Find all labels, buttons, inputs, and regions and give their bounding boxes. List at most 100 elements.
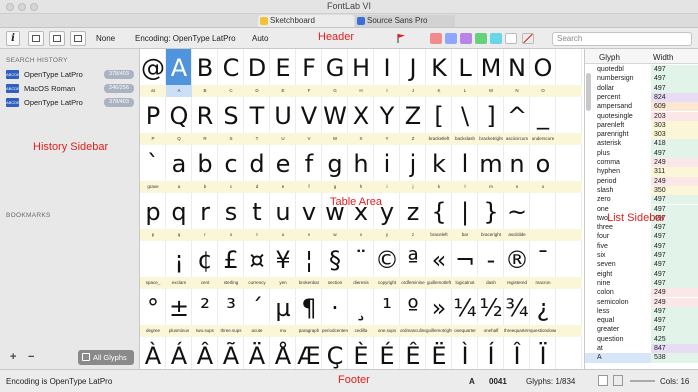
list-scrollbar[interactable]	[586, 73, 591, 111]
glyph-cell[interactable]: XX	[348, 97, 374, 145]
glyph-cell[interactable]: ll	[452, 145, 478, 193]
list-row[interactable]: parenleft 303	[585, 120, 698, 131]
glyph-cell[interactable]: YY	[374, 97, 400, 145]
glyph-cell[interactable]: µ mu	[270, 289, 296, 337]
glyph-cell[interactable]: ¬ logicalnot	[452, 241, 478, 289]
glyph-cell[interactable]: _ underscore	[530, 97, 556, 145]
glyph-cell[interactable]: ss	[218, 193, 244, 241]
glyph-cell[interactable]: | bar	[452, 193, 478, 241]
glyph-cell[interactable]: ¢ cent	[192, 241, 218, 289]
glyph-cell[interactable]: EE	[270, 49, 296, 97]
glyph-cell[interactable]: ½ onehalf	[478, 289, 504, 337]
glyph-cell[interactable]: jj	[400, 145, 426, 193]
width-column-header[interactable]: Width	[653, 53, 673, 62]
list-row[interactable]: four 497	[585, 232, 698, 242]
glyph-cell[interactable]: ZZ	[400, 97, 426, 145]
glyph-cell[interactable]: space_	[140, 241, 166, 289]
glyph-cell[interactable]: ff	[296, 145, 322, 193]
glyph-cell[interactable]: ¦ brokenbar	[296, 241, 322, 289]
glyph-cell[interactable]: @ at	[140, 49, 166, 97]
glyph-cell[interactable]: ¯ macron	[530, 241, 556, 289]
glyph-cell[interactable]: QQ	[166, 97, 192, 145]
list-row[interactable]: numbersign 497	[585, 74, 698, 84]
glyph-cell[interactable]: Ë	[426, 337, 452, 369]
remove-button[interactable]: −	[28, 351, 34, 363]
small-cells-button[interactable]	[598, 375, 608, 386]
glyph-cell[interactable]	[556, 145, 582, 193]
glyph-cell[interactable]	[556, 241, 582, 289]
glyph-cell[interactable]: Í	[478, 337, 504, 369]
glyph-cell[interactable]: GG	[322, 49, 348, 97]
glyph-cell[interactable]: ¨ dieresis	[348, 241, 374, 289]
flag-icon[interactable]	[396, 33, 406, 43]
color-swatch[interactable]	[460, 33, 472, 44]
glyph-cell[interactable]: Å	[270, 337, 296, 369]
glyph-cell[interactable]: ¡ exclam	[166, 241, 192, 289]
history-item[interactable]: ABCDE OpenType LatPro 378/403	[4, 96, 136, 109]
list-row[interactable]: plus 497	[585, 148, 698, 158]
glyph-cell[interactable]: ¹ one.sups	[374, 289, 400, 337]
info-button[interactable]: i	[6, 31, 20, 46]
glyph-cell[interactable]: KK	[426, 49, 452, 97]
list-row[interactable]: five 497	[585, 241, 698, 251]
large-cells-button[interactable]	[613, 375, 623, 386]
glyph-cell[interactable]: AA	[166, 49, 192, 97]
glyph-cell[interactable]: ¤ currency	[244, 241, 270, 289]
glyph-cell[interactable]: } braceright	[478, 193, 504, 241]
list-row[interactable]: percent 824	[585, 92, 698, 103]
list-row[interactable]: quotedbl 497	[585, 65, 698, 75]
list-row[interactable]: semicolon 249	[585, 297, 698, 307]
list-row[interactable]: quotesingle 203	[585, 111, 698, 121]
cell-size-slider[interactable]	[630, 380, 655, 382]
glyph-cell[interactable]: OO	[530, 49, 556, 97]
auto-layout-button[interactable]: Auto	[252, 34, 268, 43]
glyph-cell[interactable]: « guillemotleft	[426, 241, 452, 289]
list-row[interactable]: three 497	[585, 223, 698, 233]
glyph-cell[interactable]: oo	[530, 145, 556, 193]
glyph-cell[interactable]: § section	[322, 241, 348, 289]
list-row[interactable]: less 497	[585, 306, 698, 317]
glyph-cell[interactable]: HH	[348, 49, 374, 97]
glyph-cell[interactable]: SS	[218, 97, 244, 145]
glyph-cell[interactable]: Æ	[296, 337, 322, 369]
glyph-cell[interactable]: ³ three.sups	[218, 289, 244, 337]
color-swatch[interactable]	[430, 33, 442, 44]
glyph-cell[interactable]: mm	[478, 145, 504, 193]
list-row[interactable]: six 497	[585, 251, 698, 261]
glyph-cell[interactable]: ii	[374, 145, 400, 193]
sidebar-toggle-button[interactable]	[28, 31, 44, 46]
glyph-cell[interactable]: NN	[504, 49, 530, 97]
glyph-cell[interactable]: PP	[140, 97, 166, 145]
glyph-cell[interactable]: · periodcentered	[322, 289, 348, 337]
color-swatch[interactable]	[445, 33, 457, 44]
list-row[interactable]: nine 497	[585, 278, 698, 289]
glyph-cell[interactable]: WW	[322, 97, 348, 145]
list-row[interactable]: at 847	[585, 344, 698, 354]
glyph-cell[interactable]	[556, 193, 582, 241]
glyph-cell[interactable]: Î	[504, 337, 530, 369]
glyph-cell[interactable]	[530, 193, 556, 241]
glyph-cell[interactable]: zz	[400, 193, 426, 241]
glyph-cell[interactable]: ¶ paragraph	[296, 289, 322, 337]
glyph-cell[interactable]: ~ asciitilde	[504, 193, 530, 241]
glyph-cell[interactable]: dd	[244, 145, 270, 193]
list-row[interactable]: parenright 303	[585, 130, 698, 140]
glyph-cell[interactable]: tt	[244, 193, 270, 241]
glyph-cell[interactable]: qq	[166, 193, 192, 241]
glyph-cell[interactable]: vv	[296, 193, 322, 241]
glyph-cell[interactable]: ` grave	[140, 145, 166, 193]
list-row[interactable]: ampersand 609	[585, 102, 698, 112]
search-input[interactable]: Search	[552, 32, 692, 46]
all-glyphs-button[interactable]: All Glyphs	[78, 350, 134, 365]
glyph-cell[interactable]: ¥ yen	[270, 241, 296, 289]
glyph-cell[interactable]: BB	[192, 49, 218, 97]
history-item[interactable]: ABCDE OpenType LatPro 378/403	[4, 68, 136, 81]
list-row[interactable]: A 538	[585, 353, 698, 363]
list-row[interactable]: question 425	[585, 334, 698, 344]
color-swatch[interactable]	[490, 33, 502, 44]
glyph-cell[interactable]: ¾ threequarters	[504, 289, 530, 337]
glyph-cell[interactable]	[556, 49, 582, 97]
glyph-cell[interactable]: Ã	[218, 337, 244, 369]
glyph-cell[interactable]: ] bracketright	[478, 97, 504, 145]
glyph-cell[interactable]: ª ordfeminine	[400, 241, 426, 289]
